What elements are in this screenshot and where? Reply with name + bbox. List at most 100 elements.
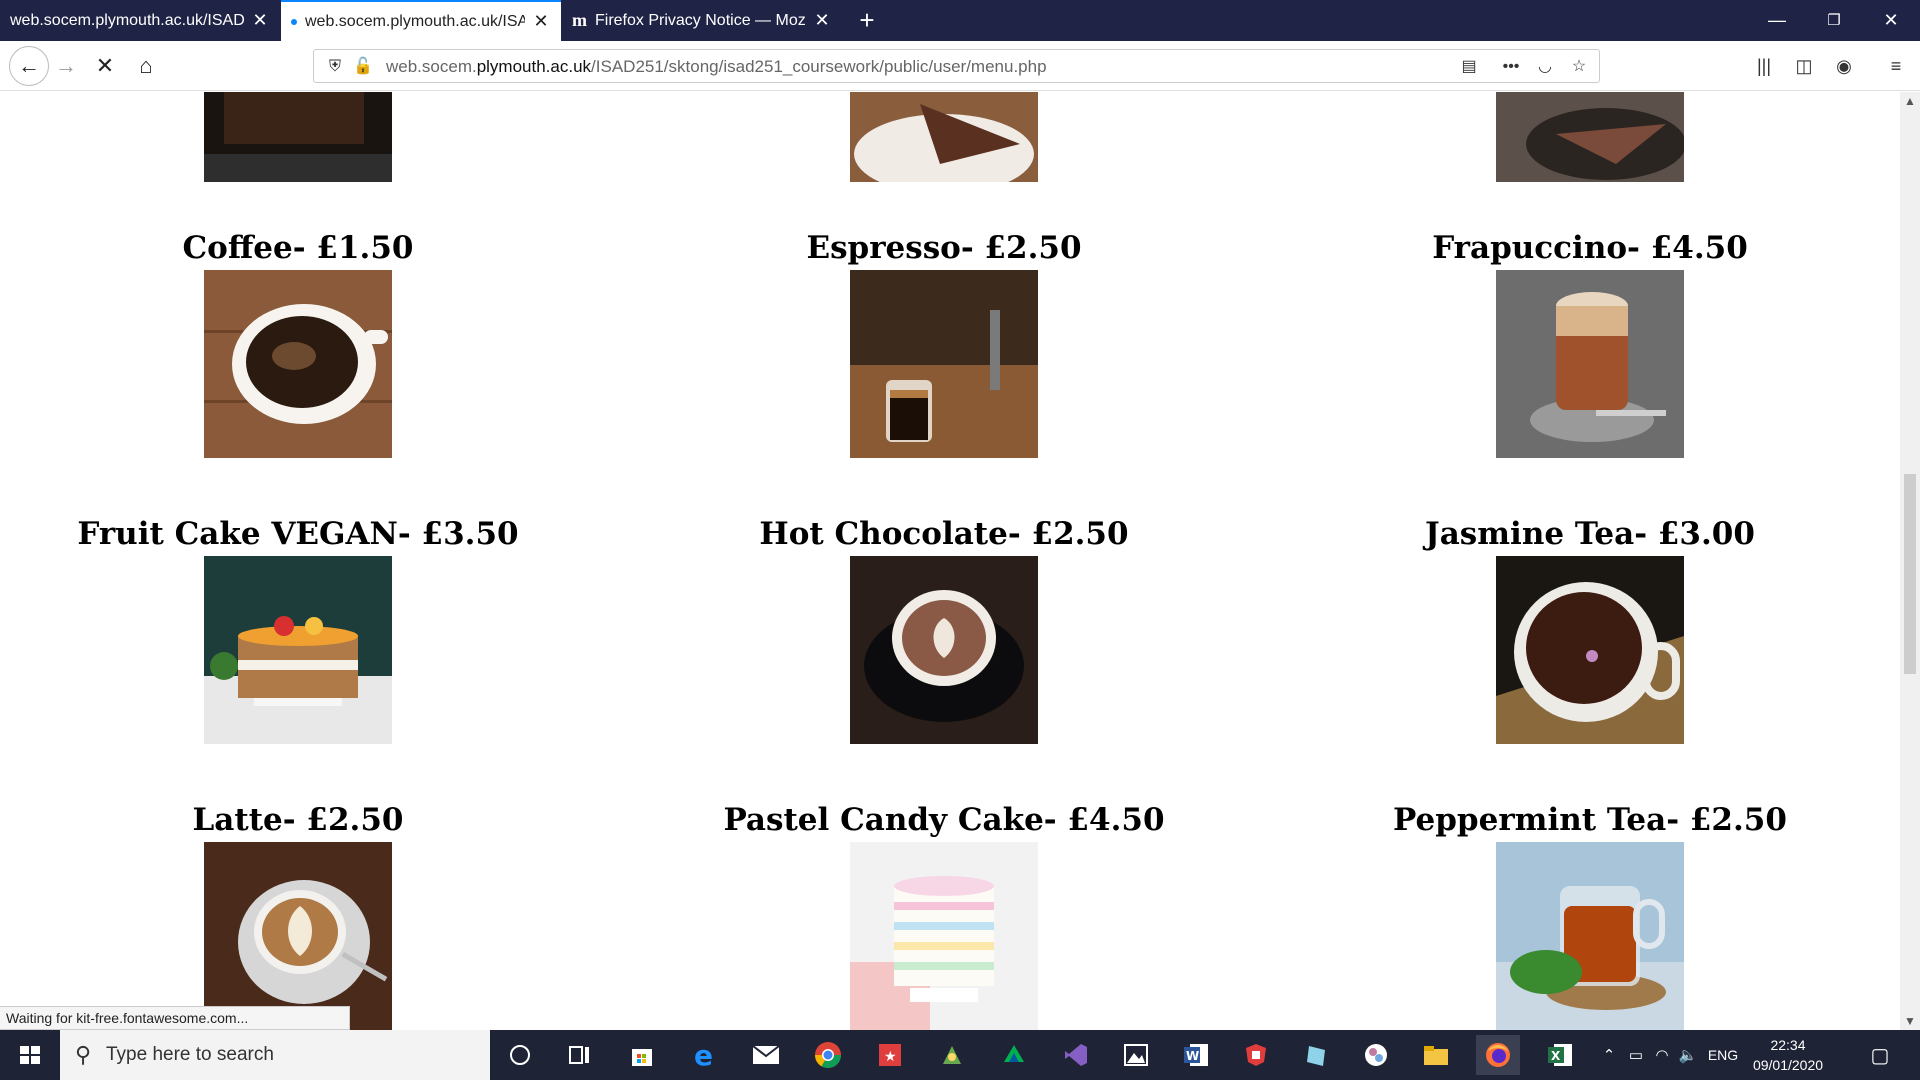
minimize-button[interactable]: — <box>1750 0 1804 41</box>
new-tab-button[interactable]: + <box>851 4 883 36</box>
vertical-scrollbar[interactable]: ▲ ▼ <box>1900 92 1920 1030</box>
game-app-icon[interactable] <box>930 1035 974 1075</box>
menu-item-hot-chocolate[interactable]: Hot Chocolate- £2.50 <box>621 512 1267 744</box>
menu-item-partial <box>621 92 1267 182</box>
menu-item-pastel-candy-cake[interactable]: Pastel Candy Cake- £4.50 <box>621 798 1267 1030</box>
menu-page: Coffee- £1.50 Espresso- £2.50 Frapuccino… <box>0 92 1900 1030</box>
menu-item-latte[interactable]: Latte- £2.50 <box>0 798 621 1030</box>
clock-date: 09/01/2020 <box>1752 1057 1824 1073</box>
edge-icon[interactable]: e <box>682 1035 726 1075</box>
item-image <box>850 556 1038 744</box>
close-icon[interactable]: ✕ <box>531 11 551 32</box>
account-icon[interactable]: ◉ <box>1828 50 1860 82</box>
library-icon[interactable]: ||| <box>1748 50 1780 82</box>
close-icon[interactable]: ✕ <box>812 10 832 31</box>
scroll-thumb[interactable] <box>1904 474 1916 674</box>
volume-icon[interactable]: 🔈 <box>1676 1030 1700 1080</box>
notes-app-icon[interactable] <box>1294 1035 1338 1075</box>
scroll-up-arrow-icon[interactable]: ▲ <box>1900 92 1920 110</box>
tab-2[interactable]: web.socem.plymouth.ac.uk/ISAD251/sktong/… <box>281 0 561 41</box>
item-image <box>204 842 392 1030</box>
task-view-icon[interactable] <box>558 1035 602 1075</box>
clock-time: 22:34 <box>1770 1037 1806 1053</box>
cortana-icon[interactable] <box>498 1035 542 1075</box>
svg-text:W: W <box>1186 1049 1199 1063</box>
mozilla-icon: m <box>572 10 587 30</box>
item-image <box>1496 270 1684 458</box>
pocket-icon[interactable]: ◡ <box>1532 54 1558 80</box>
item-image <box>850 92 1038 182</box>
menu-item-frapuccino[interactable]: Frapuccino- £4.50 <box>1267 226 1900 458</box>
store-icon[interactable] <box>620 1035 664 1075</box>
item-title: Fruit Cake VEGAN- £3.50 <box>77 516 519 552</box>
forward-button[interactable]: → <box>50 50 82 82</box>
svg-text:★: ★ <box>884 1049 897 1065</box>
insecure-lock-icon[interactable]: 🔓 <box>350 54 376 80</box>
taskbar: ⚲ Type here to search e ★ W X ⌃ ▭ ◠ 🔈 EN… <box>0 1030 1920 1080</box>
page-actions-icon[interactable]: ••• <box>1498 54 1524 80</box>
wifi-icon[interactable]: ◠ <box>1650 1030 1674 1080</box>
item-title: Pastel Candy Cake- £4.50 <box>723 802 1165 838</box>
item-title: Coffee- £1.50 <box>182 230 414 266</box>
menu-item-partial <box>1267 92 1900 182</box>
sidebar-icon[interactable]: ◫ <box>1788 50 1820 82</box>
menu-item-peppermint-tea[interactable]: Peppermint Tea- £2.50 <box>1267 798 1900 1030</box>
item-title: Frapuccino- £4.50 <box>1432 230 1748 266</box>
menu-item-jasmine-tea[interactable]: Jasmine Tea- £3.00 <box>1267 512 1900 744</box>
close-icon[interactable]: ✕ <box>250 10 270 31</box>
reader-view-icon[interactable]: ▤ <box>1456 54 1482 80</box>
bookmark-app-icon[interactable]: ★ <box>868 1035 912 1075</box>
svg-text:X: X <box>1551 1049 1561 1063</box>
close-window-button[interactable]: ✕ <box>1864 0 1918 41</box>
taskbar-search[interactable]: ⚲ Type here to search <box>60 1030 490 1080</box>
search-icon: ⚲ <box>74 1042 92 1067</box>
menu-item-fruit-cake-vegan[interactable]: Fruit Cake VEGAN- £3.50 <box>0 512 621 744</box>
tab-1[interactable]: web.socem.plymouth.ac.uk/ISAD251/sktong/… <box>0 0 280 41</box>
tab-3-title: Firefox Privacy Notice — Mozilla <box>595 11 806 29</box>
status-bar: Waiting for kit-free.fontawesome.com... <box>0 1006 350 1030</box>
app-icon[interactable] <box>992 1035 1036 1075</box>
action-center-icon[interactable]: ▢ <box>1860 1030 1900 1080</box>
item-title: Peppermint Tea- £2.50 <box>1393 802 1787 838</box>
scroll-down-arrow-icon[interactable]: ▼ <box>1900 1012 1920 1030</box>
stop-button[interactable]: ✕ <box>89 50 121 82</box>
menu-item-partial <box>0 92 621 182</box>
menu-item-espresso[interactable]: Espresso- £2.50 <box>621 226 1267 458</box>
item-image <box>1496 842 1684 1030</box>
item-image <box>204 556 392 744</box>
security-app-icon[interactable] <box>1234 1035 1278 1075</box>
restore-button[interactable]: ❐ <box>1807 0 1861 41</box>
firefox-icon[interactable] <box>1476 1035 1520 1075</box>
paint-app-icon[interactable] <box>1354 1035 1398 1075</box>
start-button[interactable] <box>0 1030 60 1080</box>
clock[interactable]: 22:34 09/01/2020 <box>1746 1035 1830 1075</box>
visual-studio-icon[interactable] <box>1054 1035 1098 1075</box>
url-text[interactable]: web.socem.plymouth.ac.uk/ISAD251/sktong/… <box>386 57 1047 77</box>
shield-icon[interactable]: ⛨ <box>322 54 348 80</box>
menu-icon[interactable]: ≡ <box>1880 50 1912 82</box>
windows-icon <box>20 1046 40 1064</box>
tab-1-title: web.socem.plymouth.ac.uk/ISAD251/sktong/… <box>10 11 244 29</box>
bookmark-star-icon[interactable]: ☆ <box>1566 54 1592 80</box>
language-indicator[interactable]: ENG <box>1704 1030 1742 1080</box>
chrome-icon[interactable] <box>806 1035 850 1075</box>
item-title: Espresso- £2.50 <box>806 230 1082 266</box>
word-icon[interactable]: W <box>1174 1035 1218 1075</box>
tray-chevron-icon[interactable]: ⌃ <box>1598 1030 1620 1080</box>
item-image <box>204 92 392 182</box>
item-image <box>850 842 1038 1030</box>
item-title: Jasmine Tea- £3.00 <box>1425 516 1755 552</box>
mail-icon[interactable] <box>744 1035 788 1075</box>
item-image <box>204 270 392 458</box>
file-explorer-icon[interactable] <box>1414 1035 1458 1075</box>
item-image <box>1496 556 1684 744</box>
photos-icon[interactable] <box>1114 1035 1158 1075</box>
battery-icon[interactable]: ▭ <box>1624 1030 1648 1080</box>
menu-item-coffee[interactable]: Coffee- £1.50 <box>0 226 621 458</box>
back-button[interactable]: ← <box>9 46 49 86</box>
url-bar[interactable]: ⛨ 🔓 web.socem.plymouth.ac.uk/ISAD251/skt… <box>313 49 1600 83</box>
tab-3[interactable]: m Firefox Privacy Notice — Mozilla ✕ <box>562 0 842 41</box>
excel-icon[interactable]: X <box>1538 1035 1582 1075</box>
tab-2-title: web.socem.plymouth.ac.uk/ISAD251/sktong/… <box>305 12 525 30</box>
home-button[interactable]: ⌂ <box>130 50 162 82</box>
